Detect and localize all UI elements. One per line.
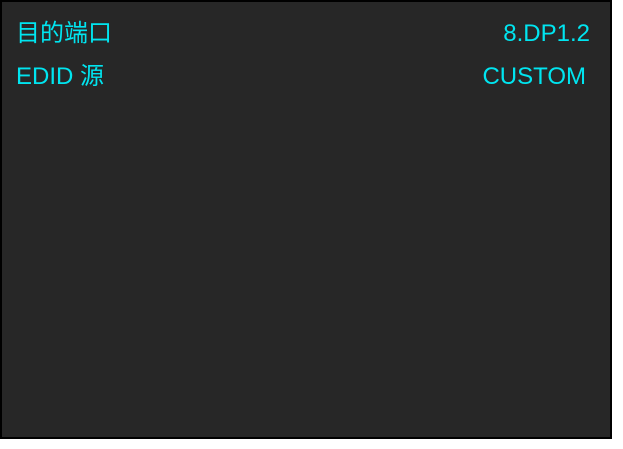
target-port-label: 目的端口 xyxy=(16,20,112,47)
edid-source-row[interactable]: EDID 源 CUSTOM xyxy=(2,59,610,95)
edid-source-value: CUSTOM xyxy=(482,63,586,90)
target-port-value: 8.DP1.2 xyxy=(503,20,590,47)
edid-source-label: EDID 源 xyxy=(16,63,105,90)
settings-panel: 目的端口 8.DP1.2 EDID 源 CUSTOM xyxy=(0,0,612,439)
target-port-row[interactable]: 目的端口 8.DP1.2 xyxy=(2,16,610,52)
